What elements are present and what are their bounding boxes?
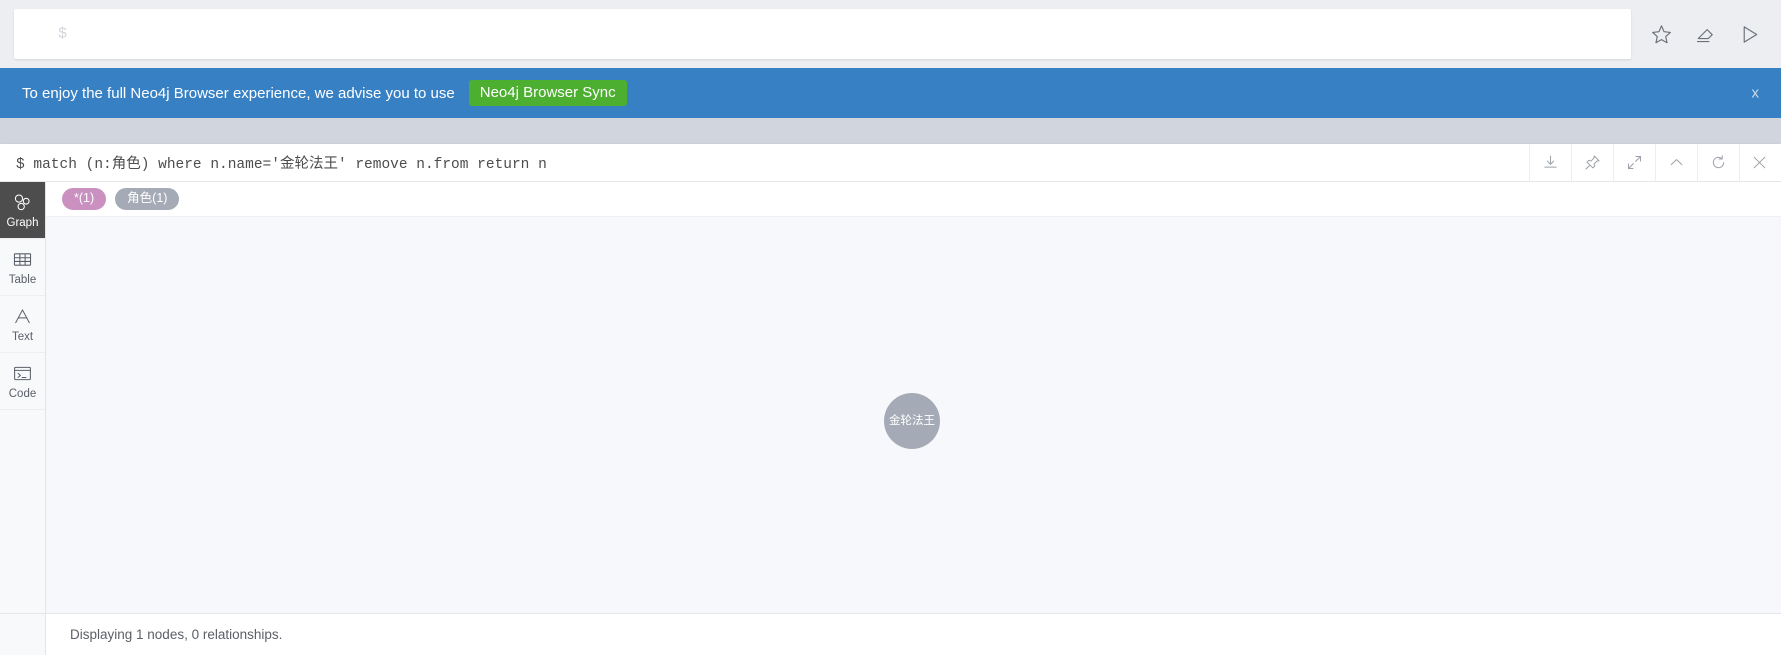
banner-text: To enjoy the full Neo4j Browser experien… bbox=[22, 84, 455, 102]
browser-sync-banner: To enjoy the full Neo4j Browser experien… bbox=[0, 68, 1781, 118]
frame-query-text: $ match (n:角色) where n.name='金轮法王' remov… bbox=[16, 157, 547, 173]
label-chip-role[interactable]: 角色(1) bbox=[115, 188, 180, 210]
frame-body: Graph Table Text Code *(1) 角色(1) 金轮法王 bbox=[0, 182, 1781, 613]
sidebar-item-text-label: Text bbox=[11, 330, 34, 343]
graph-node-caption: 金轮法王 bbox=[889, 414, 935, 427]
download-icon[interactable] bbox=[1529, 143, 1571, 182]
favorite-icon[interactable] bbox=[1639, 12, 1683, 56]
label-chip-all[interactable]: *(1) bbox=[62, 188, 107, 210]
run-icon[interactable] bbox=[1727, 12, 1771, 56]
label-chip-bar: *(1) 角色(1) bbox=[46, 182, 1781, 216]
editor-actions bbox=[1631, 12, 1771, 56]
query-editor-card[interactable]: $ bbox=[14, 9, 1631, 59]
frame-footer: Displaying 1 nodes, 0 relationships. bbox=[0, 613, 1781, 655]
pin-icon[interactable] bbox=[1571, 143, 1613, 182]
graph-node[interactable]: 金轮法王 bbox=[884, 393, 940, 449]
banner-close-icon[interactable]: x bbox=[1746, 82, 1766, 105]
sidebar-item-code-label: Code bbox=[8, 387, 37, 400]
sidebar-filler bbox=[0, 410, 45, 613]
view-switcher-sidebar: Graph Table Text Code bbox=[0, 182, 46, 613]
result-frame: $ match (n:角色) where n.name='金轮法王' remov… bbox=[0, 143, 1781, 655]
expand-icon[interactable] bbox=[1613, 143, 1655, 182]
close-icon[interactable] bbox=[1739, 143, 1781, 182]
query-editor-bar: $ bbox=[0, 0, 1781, 68]
footer-sidebar-spacer bbox=[0, 614, 46, 655]
collapse-icon[interactable] bbox=[1655, 143, 1697, 182]
sidebar-item-table[interactable]: Table bbox=[0, 239, 45, 296]
graph-canvas[interactable]: 金轮法王 bbox=[46, 216, 1781, 613]
neo4j-browser-app: $ To enjoy the full Neo4j Browser experi… bbox=[0, 0, 1781, 655]
frame-toolbar bbox=[1529, 143, 1781, 182]
browser-sync-button[interactable]: Neo4j Browser Sync bbox=[468, 80, 627, 106]
frame-gap-band bbox=[0, 118, 1781, 144]
sidebar-item-graph-label: Graph bbox=[6, 216, 39, 229]
frame-header: $ match (n:角色) where n.name='金轮法王' remov… bbox=[0, 143, 1781, 182]
graph-view: *(1) 角色(1) 金轮法王 bbox=[46, 182, 1781, 613]
sidebar-item-table-label: Table bbox=[8, 273, 37, 286]
sidebar-item-graph[interactable]: Graph bbox=[0, 182, 45, 239]
clear-icon[interactable] bbox=[1683, 12, 1727, 56]
sidebar-item-text[interactable]: Text bbox=[0, 296, 45, 353]
graph-status-text: Displaying 1 nodes, 0 relationships. bbox=[70, 627, 283, 642]
sidebar-item-code[interactable]: Code bbox=[0, 353, 45, 410]
editor-prompt: $ bbox=[58, 25, 68, 43]
refresh-icon[interactable] bbox=[1697, 143, 1739, 182]
query-editor-input[interactable] bbox=[56, 25, 1631, 43]
